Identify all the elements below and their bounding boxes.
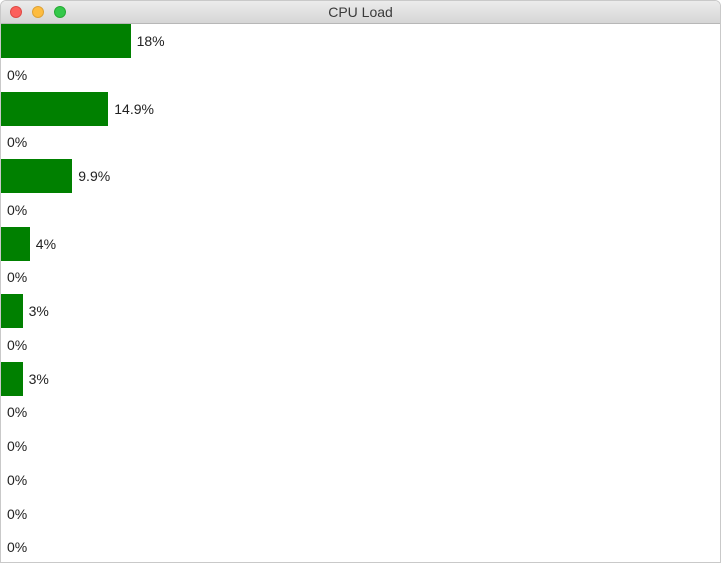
cpu-core-row: 0% [1,497,27,531]
cpu-load-percent: 0% [7,201,28,218]
cpu-core-row: 0% [1,429,27,463]
cpu-load-bar [1,24,131,58]
cpu-core-row: 0% [1,58,27,92]
cpu-load-bar [1,361,23,396]
cpu-core-row: 0% [1,395,27,429]
cpu-core-row: 3% [1,361,49,396]
cpu-load-percent: 0% [7,336,28,353]
cpu-core-row: 0% [1,530,28,562]
cpu-load-percent: 9.9% [78,168,111,184]
cpu-core-row: 0% [1,260,27,294]
cpu-load-percent: 18% [136,33,165,49]
cpu-load-bar [1,226,30,261]
cpu-load-percent: 0% [7,539,28,556]
title-bar[interactable]: CPU Load [1,1,720,24]
cpu-bar-list: 18% 0% 14.9% 0% 9.9% 0% 4% 0% 3% 0% 3% 0% 0% 0% 0% 0% [1,24,720,562]
cpu-core-row: 0% [1,463,27,497]
cpu-load-bar [1,159,73,193]
cpu-core-row: 4% [1,226,57,261]
cpu-load-percent: 3% [28,303,49,319]
cpu-load-bar [1,91,109,126]
cpu-core-row: 0% [1,193,27,227]
cpu-load-percent: 0% [7,134,28,151]
cpu-load-percent: 0% [7,404,28,421]
cpu-core-row: 0% [1,328,27,362]
cpu-load-percent: 0% [7,505,28,522]
cpu-load-percent: 0% [7,438,28,454]
cpu-core-row: 14.9% [1,91,154,126]
cpu-load-percent: 4% [35,235,57,252]
window-title: CPU Load [328,4,393,20]
cpu-load-percent: 14.9% [114,100,154,117]
cpu-load-bar [1,294,23,328]
cpu-load-window: CPU Load 18% 0% 14.9% 0% 9.9% 0% 4% 0% 3% 0% 3% 0% 0… [0,0,721,563]
cpu-load-percent: 0% [7,269,28,286]
cpu-load-percent: 0% [7,66,28,83]
cpu-load-percent: 0% [7,471,28,488]
cpu-core-row: 9.9% [1,159,110,193]
cpu-core-row: 0% [1,125,27,159]
cpu-load-percent: 3% [28,370,49,387]
cpu-core-row: 18% [1,24,165,58]
cpu-core-row: 3% [1,294,49,328]
